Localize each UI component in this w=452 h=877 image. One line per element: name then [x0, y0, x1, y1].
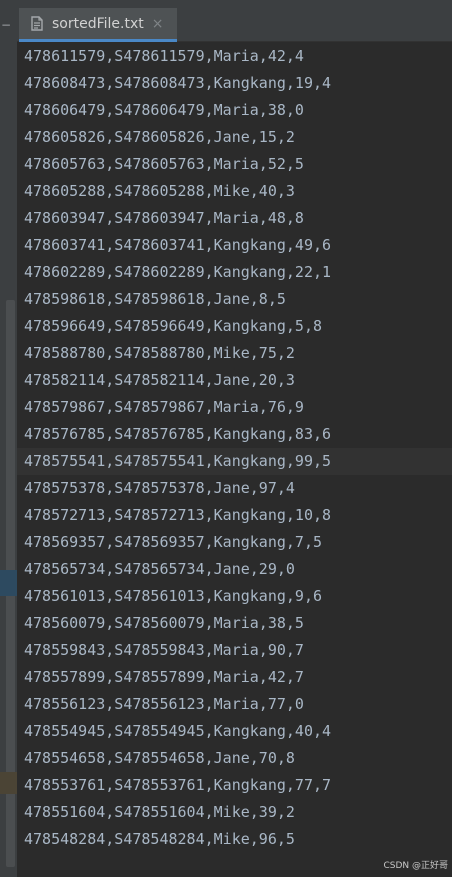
text-line[interactable]: 478556123,S478556123,Maria,77,0	[17, 691, 452, 718]
collapse-icon[interactable]: −	[0, 18, 12, 32]
text-line[interactable]: 478551604,S478551604,Mike,39,2	[17, 799, 452, 826]
text-line[interactable]: 478611579,S478611579,Maria,42,4	[17, 43, 452, 70]
sidebar-selection-marker	[0, 570, 17, 596]
sidebar-highlight-marker	[0, 772, 17, 794]
tab-sorted-file[interactable]: sortedFile.txt ×	[19, 8, 177, 42]
text-line[interactable]: 478553761,S478553761,Kangkang,77,7	[17, 772, 452, 799]
watermark: CSDN @正好哥	[383, 858, 448, 871]
text-line[interactable]: 478560079,S478560079,Maria,38,5	[17, 610, 452, 637]
text-line[interactable]: 478548284,S478548284,Mike,96,5	[17, 826, 452, 853]
current-line[interactable]: 478575541,S478575541,Kangkang,99,5	[17, 448, 452, 475]
text-line[interactable]: 478582114,S478582114,Jane,20,3	[17, 367, 452, 394]
text-line[interactable]: 478569357,S478569357,Kangkang,7,5	[17, 529, 452, 556]
text-line[interactable]: 478603947,S478603947,Maria,48,8	[17, 205, 452, 232]
editor-text-area[interactable]: 478611579,S478611579,Maria,42,4 478608473…	[17, 42, 452, 877]
text-line[interactable]: 478596649,S478596649,Kangkang,5,8	[17, 313, 452, 340]
text-line[interactable]: 478575378,S478575378,Jane,97,4	[17, 475, 452, 502]
text-line[interactable]: 478605763,S478605763,Maria,52,5	[17, 151, 452, 178]
text-line[interactable]: 478561013,S478561013,Kangkang,9,6	[17, 583, 452, 610]
text-line[interactable]: 478602289,S478602289,Kangkang,22,1	[17, 259, 452, 286]
text-line[interactable]: 478559843,S478559843,Maria,90,7	[17, 637, 452, 664]
text-line[interactable]: 478557899,S478557899,Maria,42,7	[17, 664, 452, 691]
text-line[interactable]: 478606479,S478606479,Maria,38,0	[17, 97, 452, 124]
close-icon[interactable]: ×	[152, 17, 164, 31]
text-line[interactable]: 478554658,S478554658,Jane,70,8	[17, 745, 452, 772]
text-line[interactable]: 478572713,S478572713,Kangkang,10,8	[17, 502, 452, 529]
text-file-icon	[31, 16, 43, 31]
text-line[interactable]: 478608473,S478608473,Kangkang,19,4	[17, 70, 452, 97]
text-line[interactable]: 478603741,S478603741,Kangkang,49,6	[17, 232, 452, 259]
text-line[interactable]: 478579867,S478579867,Maria,76,9	[17, 394, 452, 421]
text-line[interactable]: 478605826,S478605826,Jane,15,2	[17, 124, 452, 151]
left-tool-strip: −	[0, 0, 17, 877]
text-line[interactable]: 478605288,S478605288,Mike,40,3	[17, 178, 452, 205]
text-line[interactable]: 478576785,S478576785,Kangkang,83,6	[17, 421, 452, 448]
tab-label: sortedFile.txt	[52, 15, 144, 32]
text-line[interactable]: 478565734,S478565734,Jane,29,0	[17, 556, 452, 583]
text-line[interactable]: 478598618,S478598618,Jane,8,5	[17, 286, 452, 313]
editor-tab-bar: sortedFile.txt ×	[17, 0, 452, 42]
text-line[interactable]: 478554945,S478554945,Kangkang,40,4	[17, 718, 452, 745]
text-line[interactable]: 478588780,S478588780,Mike,75,2	[17, 340, 452, 367]
